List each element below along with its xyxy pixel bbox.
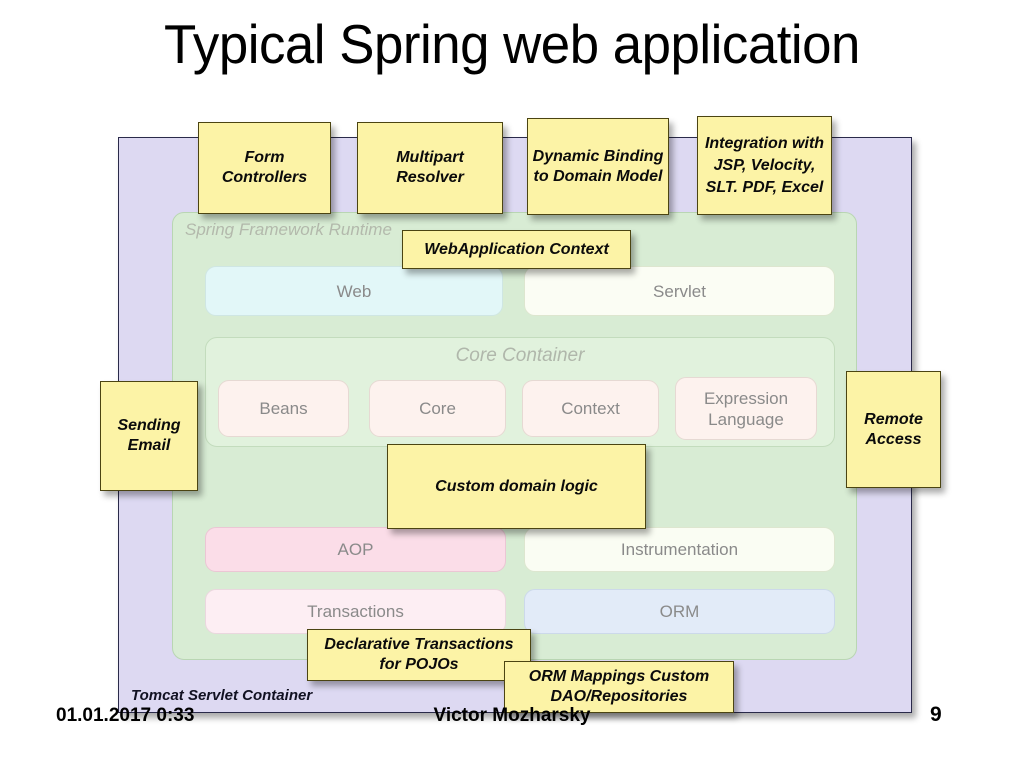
tomcat-servlet-container-label: Tomcat Servlet Container <box>131 687 313 704</box>
module-context: Context <box>522 380 659 437</box>
module-orm: ORM <box>524 589 835 634</box>
module-aop: AOP <box>205 527 506 572</box>
note-sending-email: Sending Email <box>100 381 198 491</box>
module-instrumentation: Instrumentation <box>524 527 835 572</box>
note-webapplication-context: WebApplication Context <box>402 230 631 269</box>
note-declarative-transactions: Declarative Transactions for POJOs <box>307 629 531 681</box>
slide-canvas: Typical Spring web application Tomcat Se… <box>0 0 1024 768</box>
note-integration: Integration with JSP, Velocity, SLT. PDF… <box>697 116 832 215</box>
note-multipart-resolver: Multipart Resolver <box>357 122 503 214</box>
spring-framework-runtime-label: Spring Framework Runtime <box>185 220 392 239</box>
core-container-label: Core Container <box>455 345 585 366</box>
page-title: Typical Spring web application <box>164 13 860 75</box>
footer-author: Victor Mozharsky <box>433 705 591 726</box>
footer-page-number: 9 <box>930 703 942 726</box>
module-core: Core <box>369 380 506 437</box>
note-dynamic-binding: Dynamic Binding to Domain Model <box>527 118 669 215</box>
module-transactions: Transactions <box>205 589 506 634</box>
module-expression-language: Expression Language <box>675 377 817 440</box>
module-web: Web <box>205 266 503 316</box>
module-servlet: Servlet <box>524 266 835 316</box>
note-form-controllers: Form Controllers <box>198 122 331 214</box>
note-remote-access: Remote Access <box>846 371 941 488</box>
note-custom-domain-logic: Custom domain logic <box>387 444 646 529</box>
module-beans: Beans <box>218 380 349 437</box>
